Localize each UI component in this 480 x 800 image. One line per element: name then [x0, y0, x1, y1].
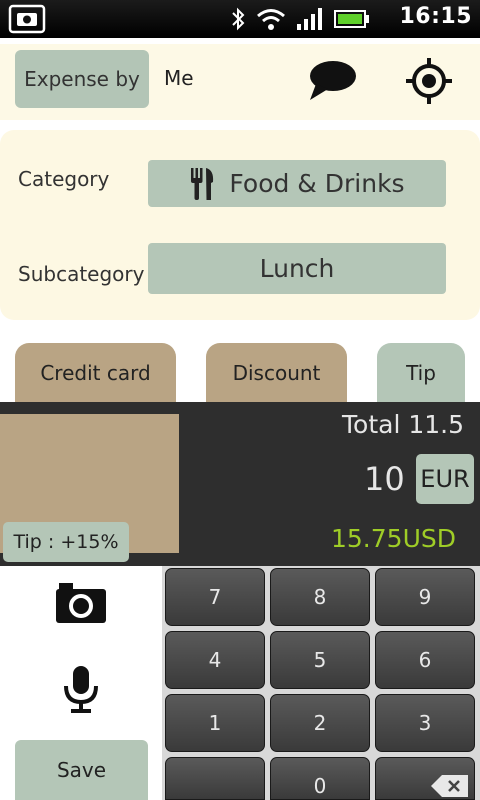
category-button[interactable]: Food & Drinks — [148, 160, 446, 207]
screenshot-icon — [8, 4, 46, 34]
key-1[interactable]: 1 — [165, 694, 265, 752]
category-value: Food & Drinks — [229, 169, 405, 198]
key-2[interactable]: 2 — [270, 694, 370, 752]
fork-knife-icon — [191, 167, 214, 200]
tab-tip[interactable]: Tip — [377, 343, 465, 403]
key-6[interactable]: 6 — [375, 631, 475, 689]
expense-by-button[interactable]: Expense by — [15, 50, 149, 108]
signal-icon — [297, 8, 322, 30]
backspace-icon — [431, 774, 468, 797]
battery-icon — [334, 10, 369, 28]
converted-amount: 15.75USD — [331, 524, 456, 553]
key-backspace[interactable] — [375, 757, 475, 800]
key-5[interactable]: 5 — [270, 631, 370, 689]
status-time: 16:15 — [399, 4, 472, 29]
gps-target-icon[interactable] — [404, 56, 454, 106]
status-bar: 16:15 — [0, 0, 480, 38]
receipt-photo-area[interactable]: Tip : +15% — [0, 414, 179, 562]
key-decimal[interactable] — [165, 757, 265, 800]
key-7[interactable]: 7 — [165, 568, 265, 626]
subcategory-button[interactable]: Lunch — [148, 243, 446, 294]
key-0[interactable]: 0 — [270, 757, 370, 800]
amount-value: 10 — [364, 460, 405, 498]
numeric-keypad: 7 8 9 4 5 6 1 2 3 0 — [162, 566, 480, 800]
key-3[interactable]: 3 — [375, 694, 475, 752]
key-4[interactable]: 4 — [165, 631, 265, 689]
key-8[interactable]: 8 — [270, 568, 370, 626]
expense-by-row: Expense by Me — [0, 44, 480, 120]
action-column: Save — [0, 566, 162, 800]
key-9[interactable]: 9 — [375, 568, 475, 626]
summary-panel: Tip : +15% Total 11.5 10 EUR 15.75USD — [0, 402, 480, 566]
bluetooth-icon — [232, 7, 245, 31]
camera-icon[interactable] — [55, 580, 107, 624]
chat-bubble-icon[interactable] — [308, 60, 358, 102]
tab-discount[interactable]: Discount — [206, 343, 347, 403]
tab-credit-card[interactable]: Credit card — [15, 343, 176, 403]
microphone-icon[interactable] — [62, 664, 100, 716]
expense-by-value: Me — [164, 66, 194, 90]
save-button[interactable]: Save — [15, 740, 148, 800]
currency-button[interactable]: EUR — [416, 454, 474, 504]
subcategory-label: Subcategory — [18, 262, 145, 286]
total-label: Total 11.5 — [342, 410, 464, 439]
category-label: Category — [18, 167, 110, 191]
tip-badge: Tip : +15% — [3, 522, 129, 562]
wifi-icon — [257, 9, 285, 30]
category-panel: Category Food & Drinks Subcategory Lunch — [0, 130, 480, 320]
